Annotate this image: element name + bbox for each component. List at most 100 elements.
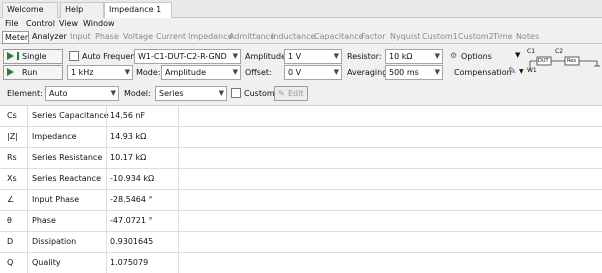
doc-tab-welcome[interactable]: Welcome+ <box>2 2 58 29</box>
row-name: Series Capacitance <box>32 111 109 120</box>
menu-view[interactable]: View <box>59 19 78 28</box>
edit-icon: ✎ <box>278 89 285 98</box>
circuit-select[interactable]: W1-C1-DUT-C2-R-GND ▼ <box>134 49 241 64</box>
row-name: Series Reactance <box>32 174 101 183</box>
tab-notes[interactable]: Notes <box>516 32 539 41</box>
doc-tab-impedance-label: Impedance 1 <box>109 5 162 14</box>
doc-tab-welcome-label: Welcome <box>7 5 44 14</box>
play-once-icon <box>7 52 14 60</box>
row-symbol: |Z| <box>0 127 28 148</box>
measurement-table: Cs Series Capacitance 14.56 nF |Z| Impedance… <box>0 105 602 273</box>
row-value: -28.5464 ° <box>110 195 153 204</box>
tab-custom1[interactable]: Custom1 <box>422 32 458 41</box>
tab-capacitance[interactable]: Capacitance <box>314 32 364 41</box>
averaging-label: Averaging: <box>347 68 390 77</box>
tab-inductance[interactable]: Inductance <box>271 32 315 41</box>
tab-time[interactable]: Time <box>493 32 513 41</box>
row-value: -47.0721 ° <box>110 216 153 225</box>
column-divider <box>106 127 107 148</box>
single-button[interactable]: Single <box>3 49 63 64</box>
menu-window[interactable]: Window <box>83 19 115 28</box>
chevron-down-icon: ▼ <box>124 68 130 76</box>
row-symbol: θ <box>0 211 28 232</box>
offset-select[interactable]: 0 V ▼ <box>284 65 342 80</box>
mode-select[interactable]: Amplitude ▼ <box>161 65 241 80</box>
chevron-down-icon: ▼ <box>232 68 238 76</box>
resistor-value: 10 kΩ <box>389 52 413 61</box>
gear-icon[interactable]: ⚙ <box>450 51 457 60</box>
table-row[interactable]: Xs Series Reactance -10.934 kΩ <box>0 169 602 190</box>
diagram-dut-label: DUT <box>538 58 549 64</box>
tab-custom2[interactable]: Custom2 <box>458 32 494 41</box>
row-value: 14.93 kΩ <box>110 132 147 141</box>
compensation-dropdown-icon[interactable]: ▼ <box>519 68 524 75</box>
offset-label: Offset: <box>245 68 272 77</box>
table-row[interactable]: ∠ Input Phase -28.5464 ° <box>0 190 602 211</box>
averaging-value: 500 ms <box>389 68 419 77</box>
edit-button-label: Edit <box>288 89 304 98</box>
tab-analyzer[interactable]: Analyzer <box>32 32 67 41</box>
doc-tab-impedance[interactable]: Impedance 1✕ <box>104 2 172 29</box>
table-row[interactable]: Cs Series Capacitance 14.56 nF <box>0 106 602 127</box>
auto-frequency-checkbox[interactable] <box>69 51 79 61</box>
custom-label: Custom <box>244 89 275 98</box>
view-tab-strip: Meter Analyzer Input Phase Voltage Curre… <box>0 31 602 44</box>
table-row[interactable]: Q Quality 1.075079 <box>0 253 602 273</box>
table-row[interactable]: |Z| Impedance 14.93 kΩ <box>0 127 602 148</box>
row-name: Input Phase <box>32 195 80 204</box>
table-row[interactable]: θ Phase -47.0721 ° <box>0 211 602 232</box>
offset-value: 0 V <box>288 68 302 77</box>
model-select[interactable]: Series ▼ <box>155 86 227 101</box>
chevron-down-icon: ▼ <box>333 52 339 60</box>
amplitude-value: 1 V <box>288 52 302 61</box>
diagram-w1-label: W1 <box>527 67 537 74</box>
column-divider <box>178 169 179 190</box>
amplitude-select[interactable]: 1 V ▼ <box>284 49 342 64</box>
play-once-bar-icon <box>17 52 19 60</box>
menu-file[interactable]: File <box>5 19 18 28</box>
row-value: -10.934 kΩ <box>110 174 155 183</box>
element-select[interactable]: Auto ▼ <box>45 86 119 101</box>
chevron-down-icon: ▼ <box>110 89 116 97</box>
wrench-icon[interactable]: ✎ <box>508 66 516 77</box>
options-dropdown-icon[interactable]: ▼ <box>515 51 520 59</box>
tab-voltage[interactable]: Voltage <box>123 32 153 41</box>
column-divider <box>106 232 107 253</box>
run-button[interactable]: Run <box>3 65 63 80</box>
model-label: Model: <box>124 89 151 98</box>
tab-impedance[interactable]: Impedance <box>188 32 233 41</box>
doc-tab-help-label: Help <box>65 5 84 14</box>
compensation-label: Compensation <box>454 68 512 77</box>
row-symbol: Rs <box>0 148 28 169</box>
diagram-c2-label: C2 <box>555 48 564 55</box>
tab-meter[interactable]: Meter <box>2 31 29 44</box>
column-divider <box>178 127 179 148</box>
tab-admittance[interactable]: Admittance <box>229 32 275 41</box>
options-button[interactable]: Options <box>461 52 492 61</box>
menu-control[interactable]: Control <box>26 19 55 28</box>
element-value: Auto <box>49 89 68 98</box>
tab-current[interactable]: Current <box>156 32 186 41</box>
row-symbol: Cs <box>0 106 28 127</box>
circuit-select-value: W1-C1-DUT-C2-R-GND <box>138 52 227 61</box>
play-icon <box>7 68 14 76</box>
chevron-down-icon: ▼ <box>232 52 238 60</box>
doc-tab-help[interactable]: Help <box>60 2 104 18</box>
edit-button[interactable]: ✎ Edit <box>274 86 308 101</box>
custom-checkbox[interactable] <box>231 88 241 98</box>
resistor-select[interactable]: 10 kΩ ▼ <box>385 49 443 64</box>
row-value: 10.17 kΩ <box>110 153 147 162</box>
menu-bar: File Control View Window <box>0 18 602 31</box>
chevron-down-icon: ▼ <box>218 89 224 97</box>
column-divider <box>106 190 107 211</box>
frequency-select[interactable]: 1 kHz ▼ <box>67 65 133 80</box>
row-symbol: ∠ <box>0 190 28 211</box>
diagram-c1-label: C1 <box>527 48 536 55</box>
tab-factor[interactable]: Factor <box>361 32 386 41</box>
tab-phase[interactable]: Phase <box>95 32 119 41</box>
tab-input[interactable]: Input <box>70 32 91 41</box>
tab-nyquist[interactable]: Nyquist <box>390 32 420 41</box>
table-row[interactable]: Rs Series Resistance 10.17 kΩ <box>0 148 602 169</box>
averaging-select[interactable]: 500 ms ▼ <box>385 65 443 80</box>
table-row[interactable]: D Dissipation 0.9301645 <box>0 232 602 253</box>
